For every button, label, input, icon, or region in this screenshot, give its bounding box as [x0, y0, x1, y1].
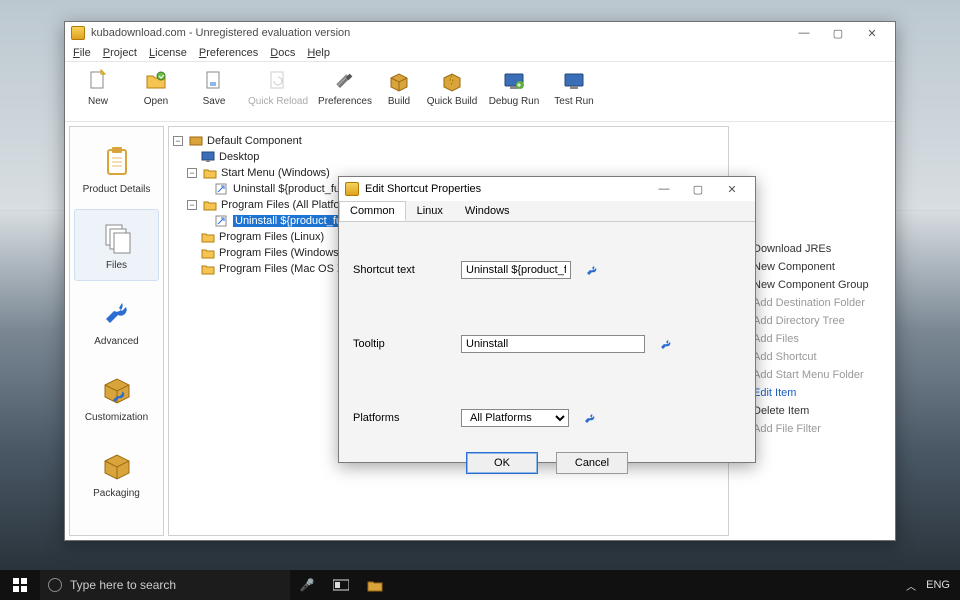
action-download-jres[interactable]: ☕Download JREs	[733, 240, 891, 258]
folder-icon	[201, 263, 215, 275]
taskbar[interactable]: Type here to search 🎤 ︿ ENG	[0, 570, 960, 600]
dialog-tabs: Common Linux Windows	[339, 201, 755, 222]
new-icon	[85, 68, 111, 94]
tool-debug-run[interactable]: Debug Run	[485, 66, 543, 107]
shortcut-text-input[interactable]	[461, 261, 571, 279]
wrench-icon[interactable]	[583, 411, 597, 425]
tool-save[interactable]: Save	[187, 66, 241, 107]
shortcut-icon	[215, 215, 229, 227]
action-add-files: Add Files	[733, 330, 891, 348]
action-new-component[interactable]: 👥New Component	[733, 258, 891, 276]
window-title: kubadownload.com - Unregistered evaluati…	[91, 27, 350, 39]
reload-icon	[265, 68, 291, 94]
folder-icon	[203, 199, 217, 211]
action-add-dir-tree: Add Directory Tree	[733, 312, 891, 330]
ok-button[interactable]: OK	[466, 452, 538, 474]
debug-run-icon	[501, 68, 527, 94]
files-icon	[99, 220, 135, 256]
tooltip-label: Tooltip	[353, 338, 453, 350]
shortcut-icon	[215, 183, 229, 195]
tool-quick-reload: Quick Reload	[245, 66, 311, 107]
quick-build-icon	[439, 68, 465, 94]
save-icon	[201, 68, 227, 94]
platforms-label: Platforms	[353, 412, 453, 424]
app-icon	[345, 182, 359, 196]
app-icon	[71, 26, 85, 40]
wrench-icon[interactable]	[585, 263, 599, 277]
search-placeholder: Type here to search	[70, 578, 176, 592]
action-delete-item[interactable]: Delete Item	[733, 402, 891, 420]
minimize-button[interactable]: —	[787, 23, 821, 43]
dialog-close-button[interactable]: ✕	[715, 179, 749, 199]
action-edit-item[interactable]: Edit Item	[733, 384, 891, 402]
tree-collapse-icon[interactable]: −	[187, 200, 197, 210]
start-button[interactable]	[0, 570, 40, 600]
tool-build[interactable]: Build	[379, 66, 419, 107]
wrench-icon	[99, 296, 135, 332]
tool-open[interactable]: Open	[129, 66, 183, 107]
toolbar: New Open Save Quick Reload Preferences B…	[65, 62, 895, 122]
windows-icon	[13, 578, 27, 592]
tool-new[interactable]: New	[71, 66, 125, 107]
menu-docs[interactable]: Docs	[270, 47, 295, 59]
action-add-destination: Add Destination Folder	[733, 294, 891, 312]
folder-icon	[201, 231, 215, 243]
tool-quick-build[interactable]: Quick Build	[423, 66, 481, 107]
desktop-icon	[201, 151, 215, 163]
tab-windows[interactable]: Windows	[454, 201, 521, 221]
menu-preferences[interactable]: Preferences	[199, 47, 258, 59]
action-new-component-group[interactable]: New Component Group	[733, 276, 891, 294]
cancel-button[interactable]: Cancel	[556, 452, 628, 474]
tab-common[interactable]: Common	[339, 201, 406, 221]
tool-preferences[interactable]: Preferences	[315, 66, 375, 107]
mic-icon[interactable]: 🎤	[290, 570, 324, 600]
test-run-icon	[561, 68, 587, 94]
tooltip-input[interactable]	[461, 335, 645, 353]
wrench-icon[interactable]	[659, 337, 673, 351]
dialog-minimize-button[interactable]: —	[647, 179, 681, 199]
folder-icon	[201, 247, 215, 259]
nav-packaging[interactable]: Packaging	[74, 437, 159, 509]
dialog-titlebar[interactable]: Edit Shortcut Properties — ▢ ✕	[339, 177, 755, 201]
task-view-icon[interactable]	[324, 570, 358, 600]
menu-help[interactable]: Help	[307, 47, 330, 59]
build-icon	[386, 68, 412, 94]
menu-project[interactable]: Project	[103, 47, 137, 59]
search-box[interactable]: Type here to search	[40, 570, 290, 600]
tree-collapse-icon[interactable]: −	[187, 168, 197, 178]
nav-product-details[interactable]: Product Details	[74, 133, 159, 205]
nav-advanced[interactable]: Advanced	[74, 285, 159, 357]
menubar: File Project License Preferences Docs He…	[65, 44, 895, 62]
tab-linux[interactable]: Linux	[406, 201, 454, 221]
folder-icon	[203, 167, 217, 179]
dialog-maximize-button[interactable]: ▢	[681, 179, 715, 199]
platforms-select[interactable]: All Platforms	[461, 409, 569, 427]
open-icon	[143, 68, 169, 94]
language-indicator[interactable]: ENG	[926, 579, 950, 591]
nav-files[interactable]: Files	[74, 209, 159, 281]
action-add-start-menu: Add Start Menu Folder	[733, 366, 891, 384]
cortana-icon	[48, 578, 62, 592]
edit-shortcut-dialog: Edit Shortcut Properties — ▢ ✕ Common Li…	[338, 176, 756, 463]
nav-customization[interactable]: Customization	[74, 361, 159, 433]
dialog-title: Edit Shortcut Properties	[365, 183, 481, 195]
action-add-shortcut: Add Shortcut	[733, 348, 891, 366]
left-sidebar: Product Details Files Advanced Customiza…	[69, 126, 164, 536]
menu-file[interactable]: File	[73, 47, 91, 59]
titlebar[interactable]: kubadownload.com - Unregistered evaluati…	[65, 22, 895, 44]
taskbar-app-icon[interactable]	[358, 570, 392, 600]
menu-license[interactable]: License	[149, 47, 187, 59]
box-icon	[99, 448, 135, 484]
tray-expand-icon[interactable]: ︿	[906, 578, 916, 593]
preferences-icon	[332, 68, 358, 94]
box-wrench-icon	[99, 372, 135, 408]
shortcut-text-label: Shortcut text	[353, 264, 453, 276]
clipboard-icon	[99, 144, 135, 180]
component-icon	[189, 135, 203, 147]
tree-collapse-icon[interactable]: −	[173, 136, 183, 146]
tool-test-run[interactable]: Test Run	[547, 66, 601, 107]
maximize-button[interactable]: ▢	[821, 23, 855, 43]
action-add-file-filter: Add File Filter	[733, 420, 891, 438]
close-button[interactable]: ✕	[855, 23, 889, 43]
